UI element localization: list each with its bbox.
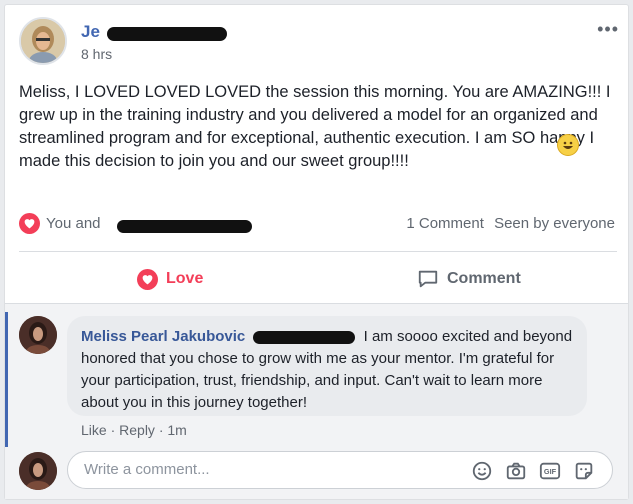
divider xyxy=(19,251,617,252)
heart-icon xyxy=(19,213,40,234)
speech-bubble-icon xyxy=(418,270,438,288)
love-label: Love xyxy=(166,270,204,287)
smiley-icon[interactable] xyxy=(471,460,493,482)
seen-by: Seen by everyone xyxy=(494,215,615,232)
comment-author[interactable]: Meliss Pearl Jakubovic xyxy=(81,328,245,345)
redacted-name xyxy=(107,27,227,41)
comments-section: Meliss Pearl Jakubovic I am soooo excite… xyxy=(5,304,628,499)
comment-button[interactable]: Comment xyxy=(417,261,521,297)
svg-text:GIF: GIF xyxy=(544,467,557,476)
comment-meta: Like · Reply · 1m xyxy=(81,422,187,438)
post-body: Meliss, I LOVED LOVED LOVED the session … xyxy=(19,83,611,170)
comment-input[interactable] xyxy=(82,460,446,479)
meta-dot: · xyxy=(110,422,120,438)
post-actions: Love Comment xyxy=(19,261,617,297)
new-comment-indicator xyxy=(5,312,8,447)
reaction-stats: You and 1 Comment Seen by everyone xyxy=(19,213,615,239)
love-button[interactable]: Love xyxy=(137,261,203,297)
comment-time[interactable]: 1m xyxy=(167,422,186,438)
redacted-reactors xyxy=(117,220,252,233)
reactions-prefix: You and xyxy=(46,215,101,232)
comment-composer[interactable]: GIF xyxy=(67,451,613,489)
love-heart-icon xyxy=(137,268,158,290)
emoji-icon xyxy=(557,134,579,156)
current-user-avatar[interactable] xyxy=(19,452,57,490)
author-avatar[interactable] xyxy=(19,17,67,65)
post-timestamp[interactable]: 8 hrs xyxy=(81,46,112,62)
comment-like-link[interactable]: Like xyxy=(81,422,107,438)
comment-reply-link[interactable]: Reply xyxy=(119,422,155,438)
gif-icon[interactable]: GIF xyxy=(539,460,561,482)
comments-count[interactable]: 1 Comment xyxy=(406,215,484,232)
reaction-summary[interactable]: You and xyxy=(19,213,101,234)
stats-right: 1 Comment Seen by everyone xyxy=(406,215,615,232)
post-header: Je 8 hrs ••• xyxy=(19,17,619,67)
comment-bubble: Meliss Pearl Jakubovic I am soooo excite… xyxy=(67,316,587,416)
sticker-icon[interactable] xyxy=(573,460,595,482)
post-author-name[interactable]: Je xyxy=(81,22,100,42)
post-text: Meliss, I LOVED LOVED LOVED the session … xyxy=(19,81,619,173)
redacted-mention xyxy=(253,330,356,344)
commenter-avatar[interactable] xyxy=(19,316,57,354)
camera-icon[interactable] xyxy=(505,460,527,482)
post-card: Je 8 hrs ••• Meliss, I LOVED LOVED LOVED… xyxy=(4,4,629,500)
more-options-icon[interactable]: ••• xyxy=(597,19,619,40)
comment-label: Comment xyxy=(447,270,521,287)
